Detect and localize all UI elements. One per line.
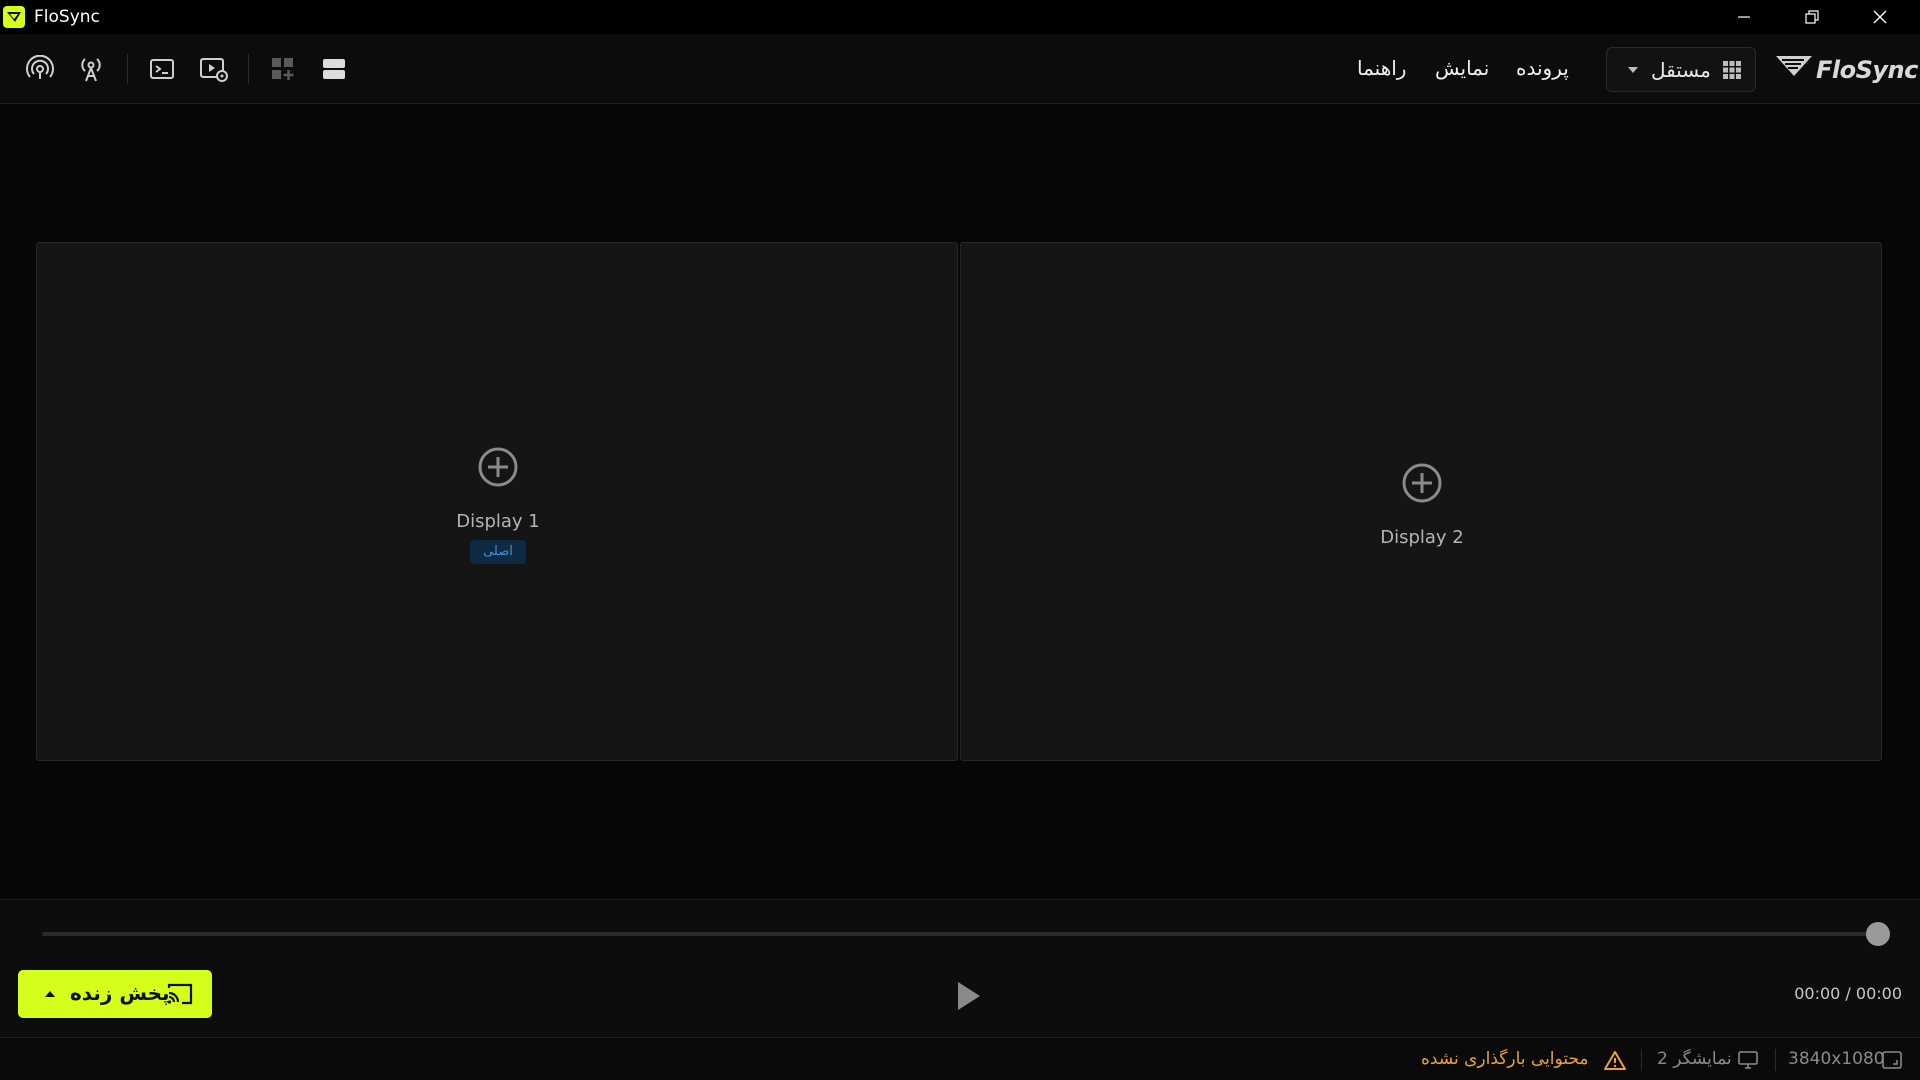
seek-track[interactable] <box>42 932 1878 936</box>
minimize-icon <box>1738 16 1750 18</box>
app-logo-icon <box>3 6 25 28</box>
display-count-text: 2 نمایشگر <box>1657 1049 1732 1069</box>
minimize-button[interactable] <box>1710 0 1778 34</box>
display-2-label: Display 2 <box>1380 527 1464 548</box>
mode-select-value: مستقل <box>1651 58 1711 82</box>
menu-view[interactable]: نمایش <box>1435 56 1489 80</box>
media-settings-button[interactable] <box>196 51 232 87</box>
display-panel-1-content: Display 1 اصلی <box>37 243 957 760</box>
stacked-layout-icon <box>323 59 345 79</box>
add-layout-icon <box>272 58 294 80</box>
broadcast-button[interactable] <box>22 51 58 87</box>
brand-logo-text: FloSync <box>1816 56 1918 84</box>
grid-icon <box>1723 61 1741 79</box>
resolution-icon <box>1882 1051 1902 1069</box>
primary-badge: اصلی <box>470 540 526 564</box>
stacked-layout-button[interactable] <box>316 51 352 87</box>
app-title: FloSync <box>34 7 100 27</box>
chevron-up-icon <box>45 991 55 997</box>
resolution-text: 3840x1080 <box>1788 1049 1885 1069</box>
live-broadcast-label: پخش زنده <box>70 981 170 1005</box>
broadcast-icon <box>26 55 54 79</box>
cast-icon <box>167 983 193 1005</box>
toolbar-separator <box>248 54 249 84</box>
display-panel-1[interactable]: Display 1 اصلی <box>36 242 958 761</box>
warning-icon <box>1604 1051 1626 1070</box>
playback-bar: پخش زنده 00:00 / 00:00 <box>0 899 1920 1038</box>
toolbar: راهنما نمایش پرونده مستقل FloSync <box>0 34 1920 104</box>
antenna-button[interactable] <box>73 51 109 87</box>
close-button[interactable] <box>1846 0 1914 34</box>
play-icon[interactable] <box>950 976 986 1016</box>
brand-logo-icon <box>1776 56 1812 76</box>
live-broadcast-button[interactable]: پخش زنده <box>18 970 212 1018</box>
media-settings-icon <box>200 58 228 82</box>
display-panel-2-content: Display 2 <box>961 243 1881 760</box>
mode-select[interactable]: مستقل <box>1606 47 1756 92</box>
title-bar: FloSync <box>0 0 1920 34</box>
app-window: FloSync راهنما نمایش پرونده مستقل FloSyn… <box>0 0 1920 1080</box>
display-canvas: Display 1 اصلی Display 2 <box>0 105 1920 899</box>
status-bar: 3840x1080 2 نمایشگر محتوایی بارگذاری نشد… <box>0 1039 1920 1080</box>
monitor-icon <box>1738 1051 1758 1069</box>
restore-icon <box>1805 10 1819 24</box>
toolbar-separator <box>127 54 128 84</box>
add-layout-button[interactable] <box>265 51 301 87</box>
seek-thumb[interactable] <box>1866 922 1890 946</box>
menu-file[interactable]: پرونده <box>1516 56 1569 80</box>
restore-button[interactable] <box>1778 0 1846 34</box>
brand-logo: FloSync <box>1774 52 1918 86</box>
menu-help[interactable]: راهنما <box>1357 56 1406 80</box>
terminal-icon <box>150 59 174 79</box>
display-panel-2[interactable]: Display 2 <box>960 242 1882 761</box>
status-separator <box>1775 1049 1776 1071</box>
display-1-label: Display 1 <box>456 511 540 532</box>
time-display: 00:00 / 00:00 <box>1794 984 1902 1003</box>
chevron-down-icon <box>1628 67 1638 73</box>
warning-text: محتوایی بارگذاری نشده <box>1421 1049 1589 1069</box>
add-content-icon[interactable] <box>1400 461 1444 505</box>
status-separator <box>1641 1049 1642 1071</box>
add-content-icon[interactable] <box>476 445 520 489</box>
antenna-icon <box>81 58 101 82</box>
close-icon <box>1873 10 1887 24</box>
terminal-button[interactable] <box>144 51 180 87</box>
